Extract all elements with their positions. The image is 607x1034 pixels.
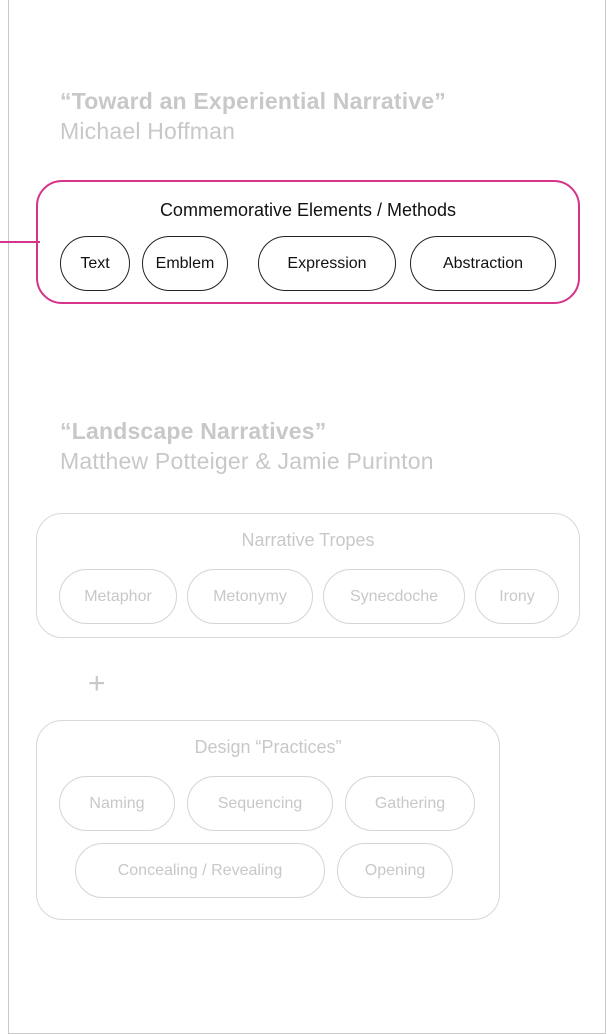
source-author: Matthew Potteiger & Jamie Purinton (60, 448, 434, 474)
highlight-connector (0, 241, 40, 243)
pill-opening[interactable]: Opening (337, 843, 453, 898)
narrative-tropes-group: Narrative Tropes Metaphor Metonymy Synec… (36, 513, 580, 638)
source-author: Michael Hoffman (60, 118, 236, 144)
pill-metonymy[interactable]: Metonymy (187, 569, 313, 624)
pill-metaphor[interactable]: Metaphor (59, 569, 177, 624)
source-title: “Toward an Experiential Narrative” (60, 88, 446, 114)
source-potteiger-purinton: “Landscape Narratives” Matthew Potteiger… (60, 416, 434, 476)
source-hoffman: “Toward an Experiential Narrative” Micha… (60, 86, 446, 146)
pill-text[interactable]: Text (60, 236, 130, 291)
pill-naming[interactable]: Naming (59, 776, 175, 831)
plus-sign: + (88, 667, 106, 700)
group-heading: Design “Practices” (194, 737, 342, 757)
pill-expression[interactable]: Expression (258, 236, 396, 291)
pill-concealing-revealing[interactable]: Concealing / Revealing (75, 843, 325, 898)
commemorative-elements-group: Commemorative Elements / Methods Text Em… (36, 180, 580, 304)
group-heading: Narrative Tropes (241, 530, 375, 550)
pill-synecdoche[interactable]: Synecdoche (323, 569, 465, 624)
pill-irony[interactable]: Irony (475, 569, 559, 624)
source-title: “Landscape Narratives” (60, 418, 327, 444)
pill-abstraction[interactable]: Abstraction (410, 236, 556, 291)
design-practices-group: Design “Practices” Naming Sequencing Gat… (36, 720, 500, 920)
pill-gathering[interactable]: Gathering (345, 776, 475, 831)
pill-emblem[interactable]: Emblem (142, 236, 228, 291)
group-heading: Commemorative Elements / Methods (159, 200, 457, 220)
pill-sequencing[interactable]: Sequencing (187, 776, 333, 831)
